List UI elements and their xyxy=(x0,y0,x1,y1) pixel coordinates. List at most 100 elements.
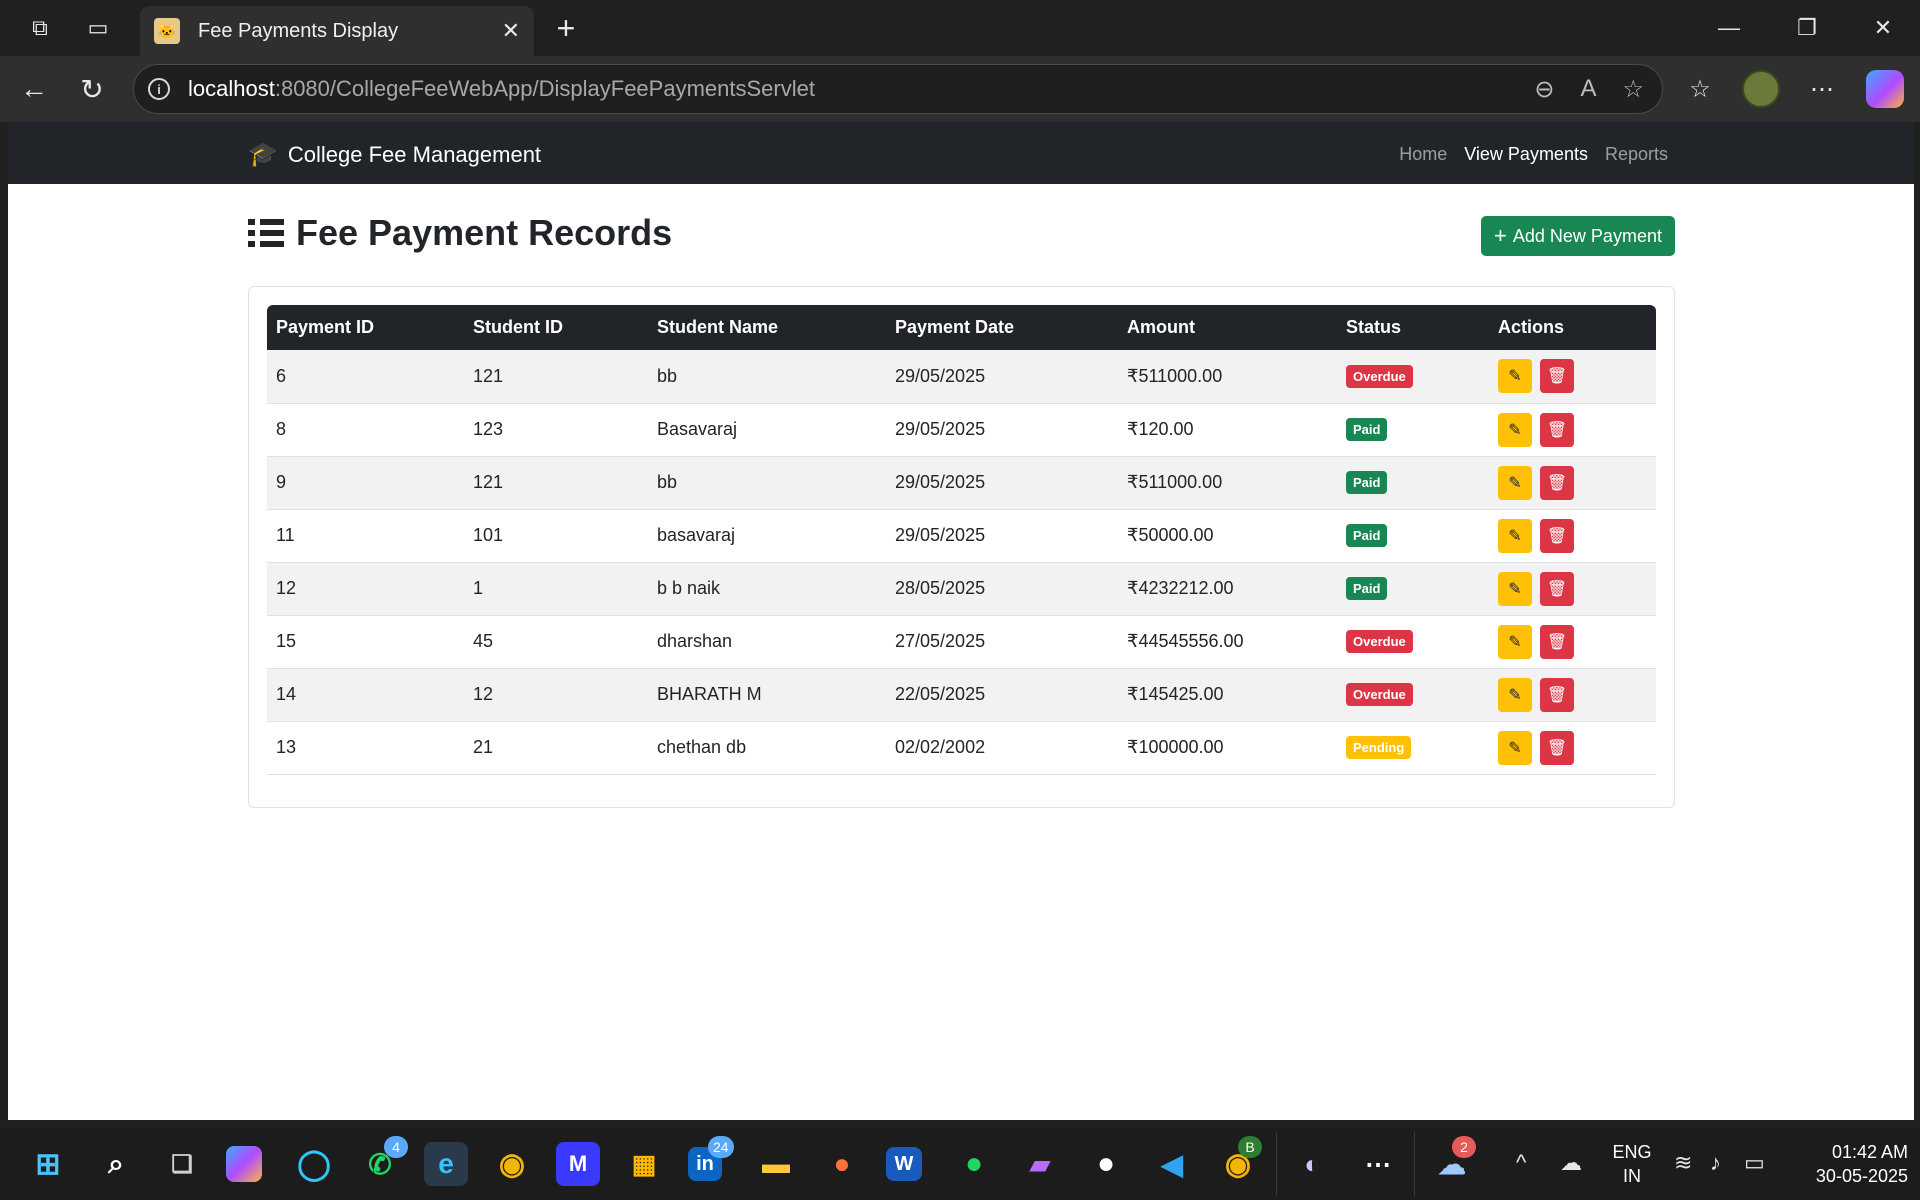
nav-link-reports[interactable]: Reports xyxy=(1605,144,1668,165)
edit-icon[interactable]: ✎ xyxy=(1498,624,1532,659)
student-name-cell: chethan db xyxy=(657,737,747,757)
trash-icon[interactable]: 🗑 xyxy=(1540,677,1574,712)
trash-icon[interactable]: 🗑 xyxy=(1540,518,1574,553)
language-indicator[interactable]: ENG IN xyxy=(1606,1140,1658,1188)
page-viewport: 🎓 College Fee Management Home View Payme… xyxy=(8,122,1914,1120)
records-card: Payment ID Student ID Student Name Payme… xyxy=(248,286,1675,808)
student-name-cell: b b naik xyxy=(657,578,721,598)
copilot-icon[interactable] xyxy=(1866,70,1904,108)
trash-icon[interactable]: 🗑 xyxy=(1540,730,1574,765)
payment-id-cell: 6 xyxy=(276,365,287,386)
edit-icon[interactable]: ✎ xyxy=(1498,677,1532,712)
actions-cell: ✎ 🗑 xyxy=(1489,721,1656,774)
student-id-cell: 101 xyxy=(473,525,504,545)
student-name-cell: Basavaraj xyxy=(657,419,738,439)
trash-icon[interactable]: 🗑 xyxy=(1540,571,1574,606)
tab-close-icon[interactable]: ✕ xyxy=(502,18,520,44)
minimize-icon[interactable]: — xyxy=(1704,10,1754,46)
header-amount[interactable]: Amount xyxy=(1118,305,1337,350)
add-new-payment-button[interactable]: + Add New Payment xyxy=(1481,216,1675,256)
file-explorer-icon[interactable]: ▬ xyxy=(754,1142,798,1186)
navbar-brand[interactable]: 🎓 College Fee Management xyxy=(248,140,541,169)
task-view-icon[interactable]: ❏ xyxy=(160,1142,204,1186)
status-badge: Pending xyxy=(1346,736,1412,759)
whatsapp-desktop-icon[interactable]: ● xyxy=(1084,1142,1128,1186)
plus-icon: + xyxy=(1494,223,1507,248)
word-icon[interactable]: W xyxy=(886,1147,922,1181)
edit-icon[interactable]: ✎ xyxy=(1498,518,1532,553)
nav-link-home[interactable]: Home xyxy=(1399,144,1447,165)
edit-icon[interactable]: ✎ xyxy=(1498,412,1532,447)
amount-cell: ₹120.00 xyxy=(1127,419,1194,439)
trash-icon[interactable]: 🗑 xyxy=(1540,465,1574,500)
payment-date-cell: 29/05/2025 xyxy=(895,525,986,545)
student-name-cell: BHARATH M xyxy=(657,684,762,704)
refresh-icon[interactable]: ↻ xyxy=(74,71,110,107)
editor-app-icon[interactable]: M xyxy=(556,1142,600,1186)
favorite-star-icon[interactable]: ☆ xyxy=(1622,75,1644,104)
chevron-up-icon[interactable]: ^ xyxy=(1516,1150,1526,1176)
edit-icon[interactable]: ✎ xyxy=(1498,359,1532,394)
payments-table: Payment ID Student ID Student Name Payme… xyxy=(267,305,1656,775)
nav-link-view-payments[interactable]: View Payments xyxy=(1464,144,1588,165)
header-student-name[interactable]: Student Name xyxy=(648,305,886,350)
trash-icon[interactable]: 🗑 xyxy=(1540,412,1574,447)
zoom-out-icon[interactable]: ⊖ xyxy=(1534,75,1554,104)
actions-cell: ✎ 🗑 xyxy=(1489,456,1656,509)
restore-icon[interactable]: ❐ xyxy=(1782,10,1832,46)
firefox-icon[interactable]: ● xyxy=(820,1142,864,1186)
read-aloud-icon[interactable]: A xyxy=(1580,75,1596,104)
close-window-icon[interactable]: ✕ xyxy=(1858,10,1908,46)
status-badge: Paid xyxy=(1346,577,1388,600)
active-tab[interactable]: 🐱 Fee Payments Display ✕ xyxy=(140,6,534,56)
vertical-tabs-icon[interactable]: ▭ xyxy=(80,10,116,46)
search-icon[interactable]: ⌕ xyxy=(94,1142,138,1186)
status-cell: Paid xyxy=(1337,456,1489,509)
eclipse-icon[interactable]: ◐ xyxy=(1290,1142,1334,1186)
student-id-cell: 45 xyxy=(473,631,494,651)
new-tab-icon[interactable]: + xyxy=(548,10,584,46)
amount-cell: ₹511000.00 xyxy=(1127,472,1223,492)
site-info-icon[interactable]: i xyxy=(148,78,170,100)
url-actions: ⊖ A ☆ xyxy=(1534,75,1644,104)
header-payment-date[interactable]: Payment Date xyxy=(886,305,1118,350)
workspaces-icon[interactable]: ⧉ xyxy=(22,10,58,46)
payment-date-cell: 29/05/2025 xyxy=(895,365,986,386)
header-status[interactable]: Status xyxy=(1337,305,1489,350)
amount-cell: ₹50000.00 xyxy=(1127,525,1214,545)
volume-icon[interactable]: ♪ xyxy=(1710,1150,1721,1176)
spotify-icon[interactable]: ● xyxy=(952,1142,996,1186)
onedrive-icon[interactable]: ☁ xyxy=(1560,1150,1582,1176)
favorites-icon[interactable]: ☆ xyxy=(1682,71,1718,107)
header-payment-id[interactable]: Payment ID xyxy=(267,305,464,350)
vscode-icon[interactable]: ◀ xyxy=(1150,1142,1194,1186)
copilot-app-icon[interactable] xyxy=(226,1146,262,1182)
trash-icon[interactable]: 🗑 xyxy=(1540,624,1574,659)
taskbar-separator xyxy=(1414,1132,1415,1196)
edit-icon[interactable]: ✎ xyxy=(1498,465,1532,500)
status-badge: Paid xyxy=(1346,471,1388,494)
profile-avatar[interactable] xyxy=(1742,70,1780,108)
table-body: 6 121 bb 29/05/2025 ₹511000.00 Overdue ✎ 🗑 8 123 B… xyxy=(267,350,1656,774)
trash-icon[interactable]: 🗑 xyxy=(1540,359,1574,394)
start-windows-icon[interactable]: ⊞ xyxy=(26,1142,70,1186)
student-name-cell: bb xyxy=(657,365,678,386)
chrome-icon[interactable]: ◉ xyxy=(490,1142,534,1186)
edit-icon[interactable]: ✎ xyxy=(1498,571,1532,606)
header-student-id[interactable]: Student ID xyxy=(464,305,648,350)
clipchamp-icon[interactable]: ▰ xyxy=(1018,1142,1062,1186)
more-apps-icon[interactable]: ⋯ xyxy=(1356,1142,1400,1186)
wifi-icon[interactable]: ≋ xyxy=(1674,1150,1692,1176)
status-badge: Overdue xyxy=(1346,630,1413,653)
edge-icon[interactable]: e xyxy=(424,1142,468,1186)
cortana-icon[interactable]: ◯ xyxy=(292,1142,336,1186)
store-icon[interactable]: ▦ xyxy=(622,1142,666,1186)
payment-id-cell: 15 xyxy=(276,631,297,651)
more-menu-icon[interactable]: ⋯ xyxy=(1804,71,1840,107)
student-id-cell: 1 xyxy=(473,578,484,598)
battery-icon[interactable]: ▭ xyxy=(1744,1150,1765,1176)
edit-icon[interactable]: ✎ xyxy=(1498,730,1532,765)
clock[interactable]: 01:42 AM 30-05-2025 xyxy=(1788,1140,1908,1188)
url-input[interactable]: i localhost:8080/CollegeFeeWebApp/Displa… xyxy=(133,64,1663,114)
back-icon[interactable]: ← xyxy=(16,71,52,107)
